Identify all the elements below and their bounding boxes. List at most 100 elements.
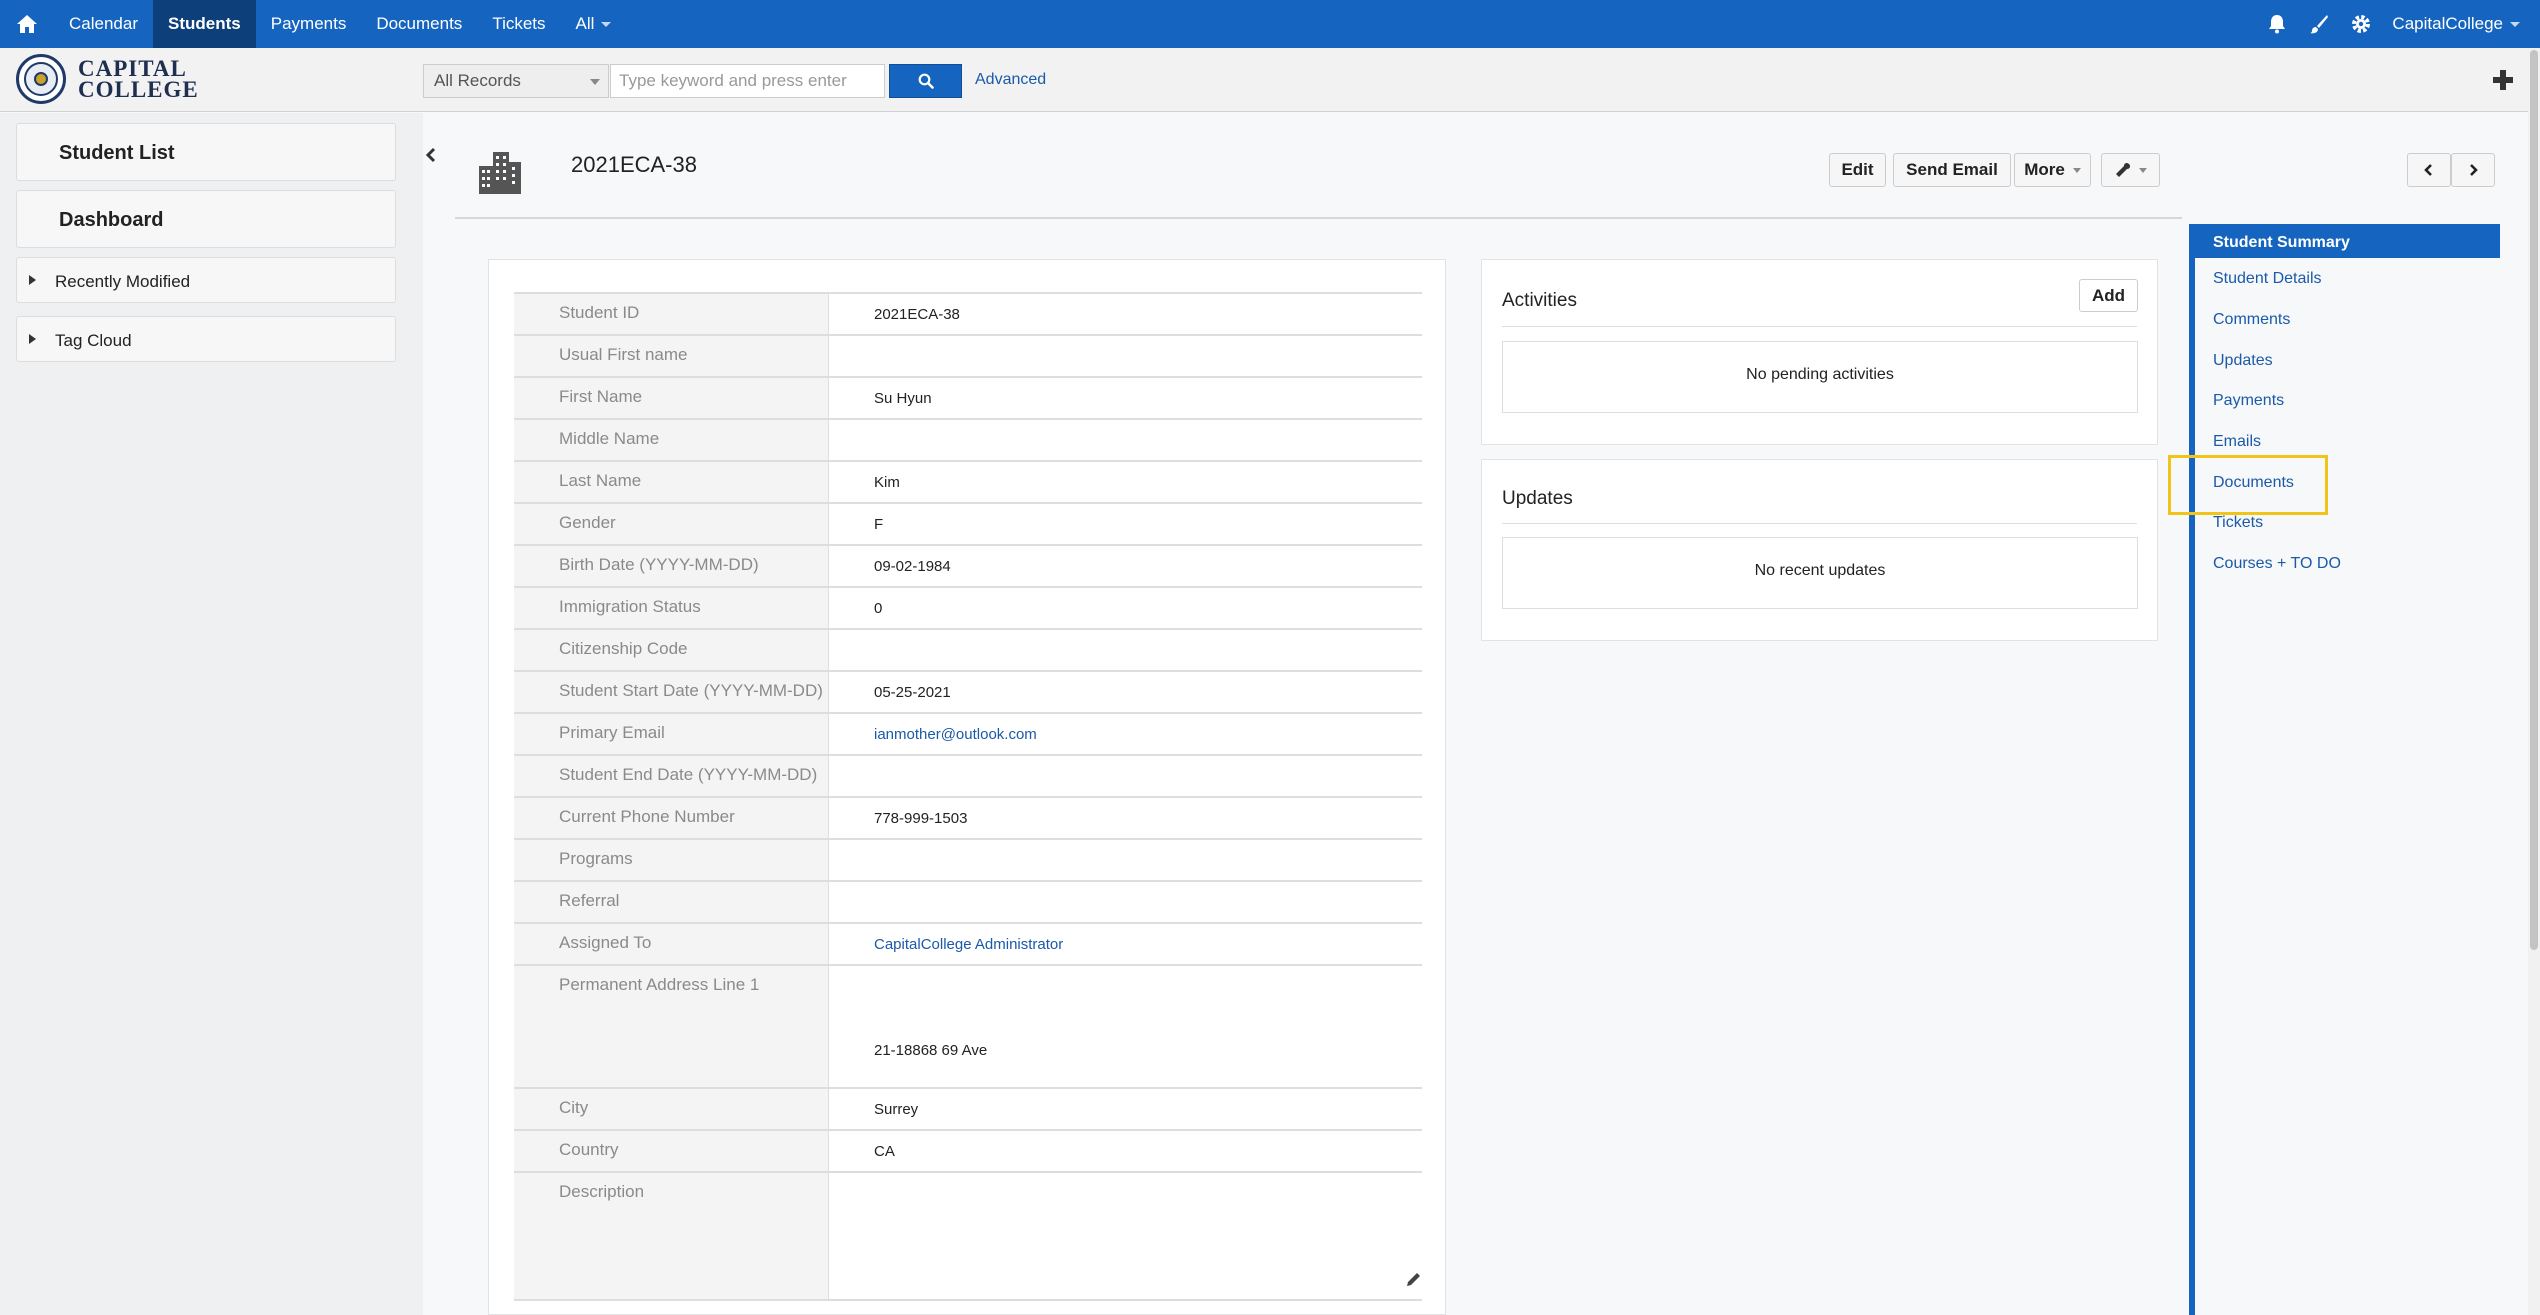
- detail-value-link[interactable]: CapitalCollege Administrator: [829, 924, 1422, 964]
- plus-icon[interactable]: [2488, 65, 2518, 95]
- search-scope-select[interactable]: All Records: [423, 64, 609, 98]
- detail-label: Referral: [514, 882, 829, 922]
- detail-value: 09-02-1984: [874, 558, 951, 575]
- collapse-sidebar-button[interactable]: [423, 140, 439, 170]
- section-updates[interactable]: Updates: [2213, 352, 2273, 370]
- detail-row: Referral: [514, 882, 1422, 924]
- detail-row: City Surrey: [514, 1089, 1422, 1131]
- detail-value: 778-999-1503: [874, 810, 968, 827]
- send-email-button[interactable]: Send Email: [1893, 153, 2011, 187]
- caret-right-icon: [29, 275, 36, 285]
- detail-label: Last Name: [514, 462, 829, 502]
- detail-value: [829, 840, 1422, 880]
- chevron-down-icon: [2138, 167, 2147, 173]
- updates-title: Updates: [1502, 488, 1573, 509]
- detail-label: Current Phone Number: [514, 798, 829, 838]
- detail-label: Usual First name: [514, 336, 829, 376]
- more-button[interactable]: More: [2014, 153, 2091, 187]
- section-emails[interactable]: Emails: [2213, 433, 2261, 451]
- chevron-down-icon: [2510, 21, 2520, 27]
- sidebar-recently-modified-label: Recently Modified: [55, 272, 191, 291]
- detail-row: First Name Su Hyun: [514, 378, 1422, 420]
- detail-value: [829, 420, 1422, 460]
- detail-label: City: [514, 1089, 829, 1129]
- header-divider: [455, 217, 2182, 219]
- sidebar-dashboard[interactable]: Dashboard: [16, 190, 396, 248]
- detail-value: Surrey: [874, 1101, 919, 1118]
- detail-row: Student Start Date (YYYY-MM-DD) 05-25-202…: [514, 672, 1422, 714]
- add-activity-button[interactable]: Add: [2079, 279, 2138, 312]
- detail-row: Immigration Status 0: [514, 588, 1422, 630]
- search-input[interactable]: [610, 64, 885, 98]
- detail-row: Student End Date (YYYY-MM-DD): [514, 756, 1422, 798]
- updates-panel: Updates No recent updates: [1481, 459, 2158, 641]
- chevron-right-icon: [2470, 164, 2478, 176]
- user-menu[interactable]: CapitalCollege: [2382, 14, 2540, 34]
- detail-value: CA: [874, 1143, 895, 1160]
- documents-highlight-box: [2168, 455, 2328, 515]
- updates-empty-message: No recent updates: [1502, 537, 2138, 609]
- edit-button[interactable]: Edit: [1829, 153, 1886, 187]
- nav-all-menu[interactable]: All: [561, 0, 627, 48]
- section-student-summary[interactable]: Student Summary: [2195, 224, 2500, 258]
- detail-value: 05-25-2021: [874, 684, 951, 701]
- college-logo[interactable]: CAPITAL COLLEGE: [16, 54, 199, 104]
- detail-row: Primary Email ianmother@outlook.com: [514, 714, 1422, 756]
- search-button[interactable]: [889, 64, 962, 98]
- buildings-icon: [476, 150, 524, 201]
- detail-row: Middle Name: [514, 420, 1422, 462]
- section-payments[interactable]: Payments: [2213, 392, 2284, 410]
- section-comments[interactable]: Comments: [2213, 311, 2290, 329]
- detail-row: Student ID 2021ECA-38: [514, 294, 1422, 336]
- detail-row: Country CA: [514, 1131, 1422, 1173]
- sidebar-recently-modified[interactable]: Recently Modified: [16, 257, 396, 303]
- chevron-down-icon: [601, 21, 612, 27]
- more-button-label: More: [2024, 160, 2065, 179]
- pencil-icon[interactable]: [1406, 1271, 1422, 1287]
- detail-label: Student End Date (YYYY-MM-DD): [514, 756, 829, 796]
- nav-tickets[interactable]: Tickets: [477, 0, 560, 48]
- sidebar-student-list[interactable]: Student List: [16, 123, 396, 181]
- page-scrollbar[interactable]: [2528, 48, 2540, 1315]
- detail-label: Assigned To: [514, 924, 829, 964]
- search-scope-value: All Records: [434, 71, 521, 90]
- bell-icon[interactable]: [2256, 0, 2298, 48]
- sidebar-tag-cloud[interactable]: Tag Cloud: [16, 316, 396, 362]
- top-navbar: Calendar Students Payments Documents Tic…: [0, 0, 2540, 48]
- tools-button[interactable]: [2101, 153, 2160, 187]
- section-student-details[interactable]: Student Details: [2213, 270, 2322, 288]
- paintbrush-icon[interactable]: [2298, 0, 2340, 48]
- detail-value-link[interactable]: ianmother@outlook.com: [829, 714, 1422, 754]
- nav-documents[interactable]: Documents: [361, 0, 477, 48]
- activities-title: Activities: [1502, 290, 1577, 311]
- detail-value: [829, 1173, 1422, 1299]
- section-tickets[interactable]: Tickets: [2213, 514, 2263, 532]
- home-icon[interactable]: [0, 0, 54, 48]
- next-record-button[interactable]: [2451, 153, 2495, 187]
- detail-value: Su Hyun: [874, 390, 932, 407]
- advanced-search-link[interactable]: Advanced: [975, 71, 1046, 89]
- detail-label: Country: [514, 1131, 829, 1171]
- nav-calendar[interactable]: Calendar: [54, 0, 153, 48]
- detail-label: Citizenship Code: [514, 630, 829, 670]
- detail-row: Usual First name: [514, 336, 1422, 378]
- logo-line-1: CAPITAL: [78, 56, 187, 81]
- nav-all-label: All: [575, 14, 595, 33]
- detail-row: Last Name Kim: [514, 462, 1422, 504]
- detail-value: [829, 630, 1422, 670]
- detail-label: Gender: [514, 504, 829, 544]
- scrollbar-thumb[interactable]: [2530, 50, 2538, 950]
- nav-students[interactable]: Students: [153, 0, 256, 48]
- detail-row: Permanent Address Line 1 21-18868 69 Ave: [514, 966, 1422, 1089]
- search-toolbar: CAPITAL COLLEGE All Records Advanced: [0, 48, 2540, 112]
- previous-record-button[interactable]: [2407, 153, 2451, 187]
- nav-payments[interactable]: Payments: [256, 0, 362, 48]
- detail-value: [829, 336, 1422, 376]
- chevron-left-icon: [2424, 164, 2432, 176]
- detail-label: Permanent Address Line 1: [514, 966, 829, 1087]
- detail-label: Middle Name: [514, 420, 829, 460]
- detail-value: Kim: [874, 474, 900, 491]
- detail-row: Citizenship Code: [514, 630, 1422, 672]
- section-courses-todo[interactable]: Courses + TO DO: [2213, 555, 2341, 573]
- gear-icon[interactable]: [2340, 0, 2382, 48]
